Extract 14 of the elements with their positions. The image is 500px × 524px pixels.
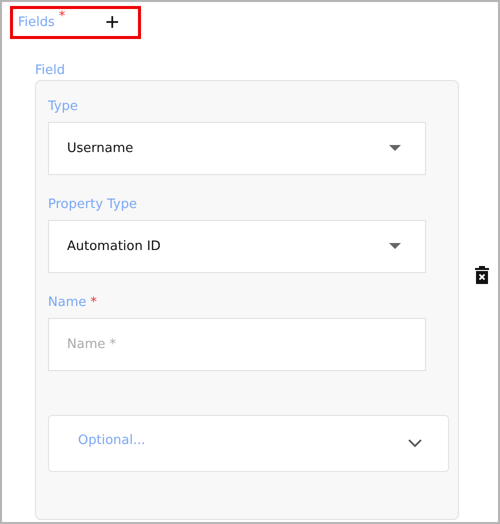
dropdown-arrow-icon [389, 145, 401, 152]
input-field[interactable]: Name * [48, 318, 426, 371]
field-label: Name [48, 295, 86, 310]
group-title: Field [35, 63, 66, 78]
delete-icon[interactable] [475, 266, 489, 284]
add-button[interactable]: + [105, 10, 120, 34]
dropdown[interactable]: Automation ID [48, 220, 426, 273]
required-mark: * [58, 9, 66, 24]
field-label: Property Type [48, 197, 138, 212]
dropdown[interactable]: Username [48, 122, 426, 175]
required-mark: * [90, 295, 97, 310]
field-label: Type [48, 99, 78, 114]
section-label: Fields [18, 15, 55, 30]
dropdown-arrow-icon [389, 243, 401, 250]
